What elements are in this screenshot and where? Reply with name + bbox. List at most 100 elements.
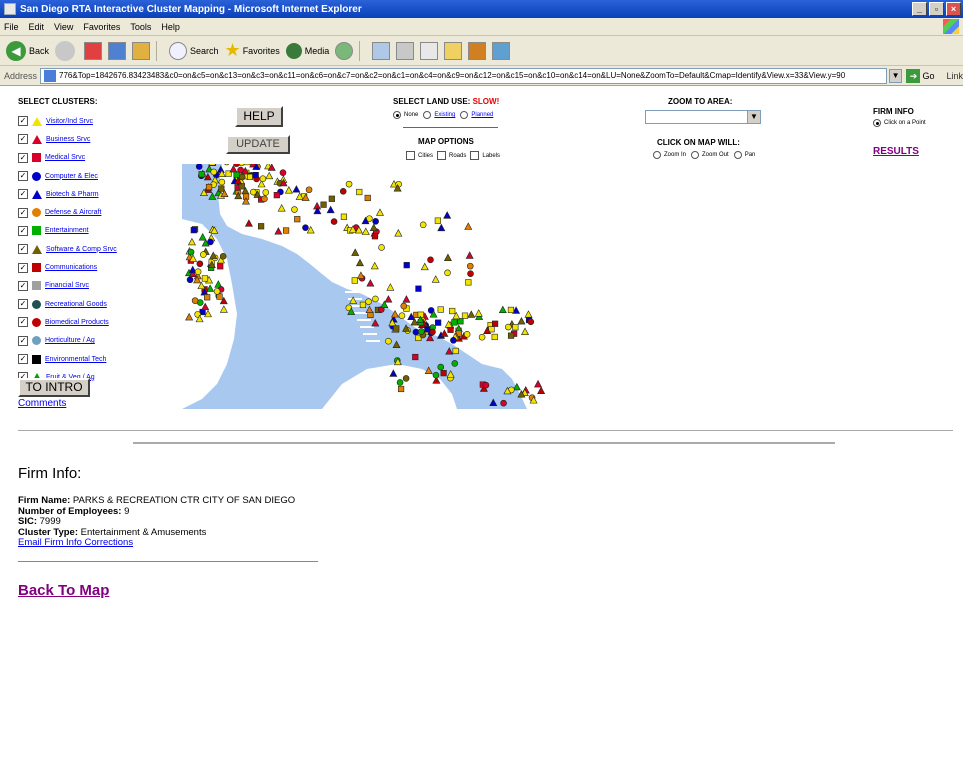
firm-point[interactable]	[437, 306, 444, 313]
firm-point[interactable]	[424, 326, 431, 333]
pan-radio[interactable]	[733, 151, 742, 159]
firm-point[interactable]	[451, 360, 459, 367]
chevron-down-icon[interactable]: ▼	[747, 111, 760, 123]
cluster-link[interactable]: Recreational Goods	[45, 301, 107, 308]
firm-point[interactable]	[356, 188, 363, 196]
firm-point[interactable]	[400, 302, 408, 310]
firm-point[interactable]	[478, 333, 486, 341]
firm-point[interactable]	[201, 275, 209, 282]
firm-point[interactable]	[457, 318, 464, 325]
firm-point[interactable]	[238, 183, 245, 190]
to-intro-button[interactable]: TO INTRO	[18, 378, 90, 397]
firm-point[interactable]	[364, 194, 371, 202]
cluster-map[interactable]	[182, 164, 577, 409]
firm-point[interactable]	[415, 285, 422, 292]
close-button[interactable]: ×	[946, 2, 961, 16]
firm-point[interactable]	[465, 279, 472, 286]
back-to-map-link[interactable]: Back To Map	[18, 582, 109, 599]
menu-favorites[interactable]: Favorites	[83, 22, 120, 32]
firm-point[interactable]	[294, 216, 301, 223]
firm-point[interactable]	[452, 347, 459, 355]
firm-point[interactable]	[291, 206, 298, 213]
firm-point[interactable]	[218, 185, 225, 192]
firm-point[interactable]	[208, 164, 217, 166]
cluster-link[interactable]: Horticulture / Ag	[45, 337, 95, 344]
help-button[interactable]: HELP	[235, 106, 283, 127]
maximize-button[interactable]: ▫	[929, 2, 944, 16]
go-button[interactable]: ➔ Go	[906, 68, 934, 83]
cluster-checkbox[interactable]: ✓	[18, 354, 28, 364]
firm-point[interactable]	[507, 332, 515, 339]
cluster-link[interactable]: Medical Srvc	[45, 154, 85, 161]
results-link[interactable]: RESULTS	[873, 146, 919, 157]
email-corrections-link[interactable]: Email Firm Info Corrections	[18, 537, 133, 548]
land-use-none-radio[interactable]	[393, 111, 401, 119]
firm-point[interactable]	[467, 270, 474, 277]
firm-point[interactable]	[302, 224, 309, 232]
firm-point[interactable]	[482, 381, 490, 389]
firm-point[interactable]	[372, 295, 379, 303]
cluster-link[interactable]: Business Srvc	[46, 136, 90, 143]
firm-point[interactable]	[204, 294, 211, 301]
firm-point[interactable]	[359, 301, 367, 308]
firm-point[interactable]	[419, 221, 427, 229]
firm-point[interactable]	[205, 183, 213, 191]
cluster-link[interactable]: Environmental Tech	[45, 356, 106, 363]
firm-point[interactable]	[463, 331, 471, 338]
cluster-checkbox[interactable]: ✓	[18, 299, 28, 310]
firm-point[interactable]	[330, 218, 338, 225]
firm-point[interactable]	[500, 399, 507, 407]
firm-point[interactable]	[246, 173, 253, 180]
menu-help[interactable]: Help	[161, 22, 180, 32]
firm-point[interactable]	[191, 297, 199, 304]
firm-point[interactable]	[187, 248, 195, 256]
firm-point[interactable]	[196, 260, 204, 268]
cluster-link[interactable]: Financial Srvc	[45, 282, 89, 289]
search-button[interactable]: Search	[169, 41, 219, 60]
firm-point[interactable]	[491, 320, 499, 327]
land-use-existing-link[interactable]: Existing	[434, 112, 455, 118]
firm-point[interactable]	[249, 188, 257, 196]
firm-point[interactable]	[258, 223, 265, 230]
firm-point[interactable]	[372, 218, 379, 225]
cluster-checkbox[interactable]: ✓	[18, 116, 28, 127]
media-button[interactable]: Media	[285, 42, 329, 59]
address-input[interactable]: 776&Top=1842676.83423483&c0=on&c5=on&c13…	[40, 67, 887, 84]
firm-point[interactable]	[194, 268, 202, 275]
cluster-checkbox[interactable]: ✓	[18, 225, 28, 236]
cluster-checkbox[interactable]: ✓	[18, 152, 28, 163]
firm-point[interactable]	[351, 277, 358, 284]
cluster-link[interactable]: Computer & Elec	[45, 173, 98, 180]
cluster-checkbox[interactable]: ✓	[18, 262, 28, 273]
firm-point[interactable]	[273, 192, 280, 199]
firm-point[interactable]	[393, 325, 400, 332]
menu-edit[interactable]: Edit	[29, 22, 45, 32]
firm-point[interactable]	[435, 319, 442, 326]
labels-checkbox[interactable]	[470, 151, 480, 160]
zoom-in-radio[interactable]	[653, 151, 661, 159]
links-button[interactable]: Link	[946, 71, 963, 81]
land-use-existing-radio[interactable]	[423, 111, 432, 119]
research-icon[interactable]	[492, 41, 511, 60]
firm-point[interactable]	[396, 379, 404, 386]
stop-icon[interactable]	[84, 41, 103, 60]
edit-icon[interactable]	[420, 41, 439, 60]
cluster-checkbox[interactable]: ✓	[18, 280, 28, 291]
zoom-out-radio[interactable]	[691, 151, 700, 159]
firm-point[interactable]	[210, 168, 218, 176]
click-point-radio[interactable]	[873, 119, 881, 127]
comments-link[interactable]: Comments	[18, 398, 66, 409]
land-use-planned-radio[interactable]	[460, 111, 469, 119]
firm-point[interactable]	[461, 312, 469, 319]
firm-point[interactable]	[385, 337, 392, 345]
update-button[interactable]: UPDATE	[226, 135, 290, 154]
firm-point[interactable]	[261, 195, 268, 203]
firm-point[interactable]	[282, 227, 290, 234]
menu-view[interactable]: View	[54, 22, 73, 32]
firm-point[interactable]	[195, 164, 203, 170]
firm-point[interactable]	[512, 324, 519, 331]
cluster-checkbox[interactable]: ✓	[18, 134, 28, 145]
cluster-checkbox[interactable]: ✓	[18, 244, 28, 255]
firm-point[interactable]	[444, 269, 451, 277]
firm-point[interactable]	[397, 385, 405, 393]
